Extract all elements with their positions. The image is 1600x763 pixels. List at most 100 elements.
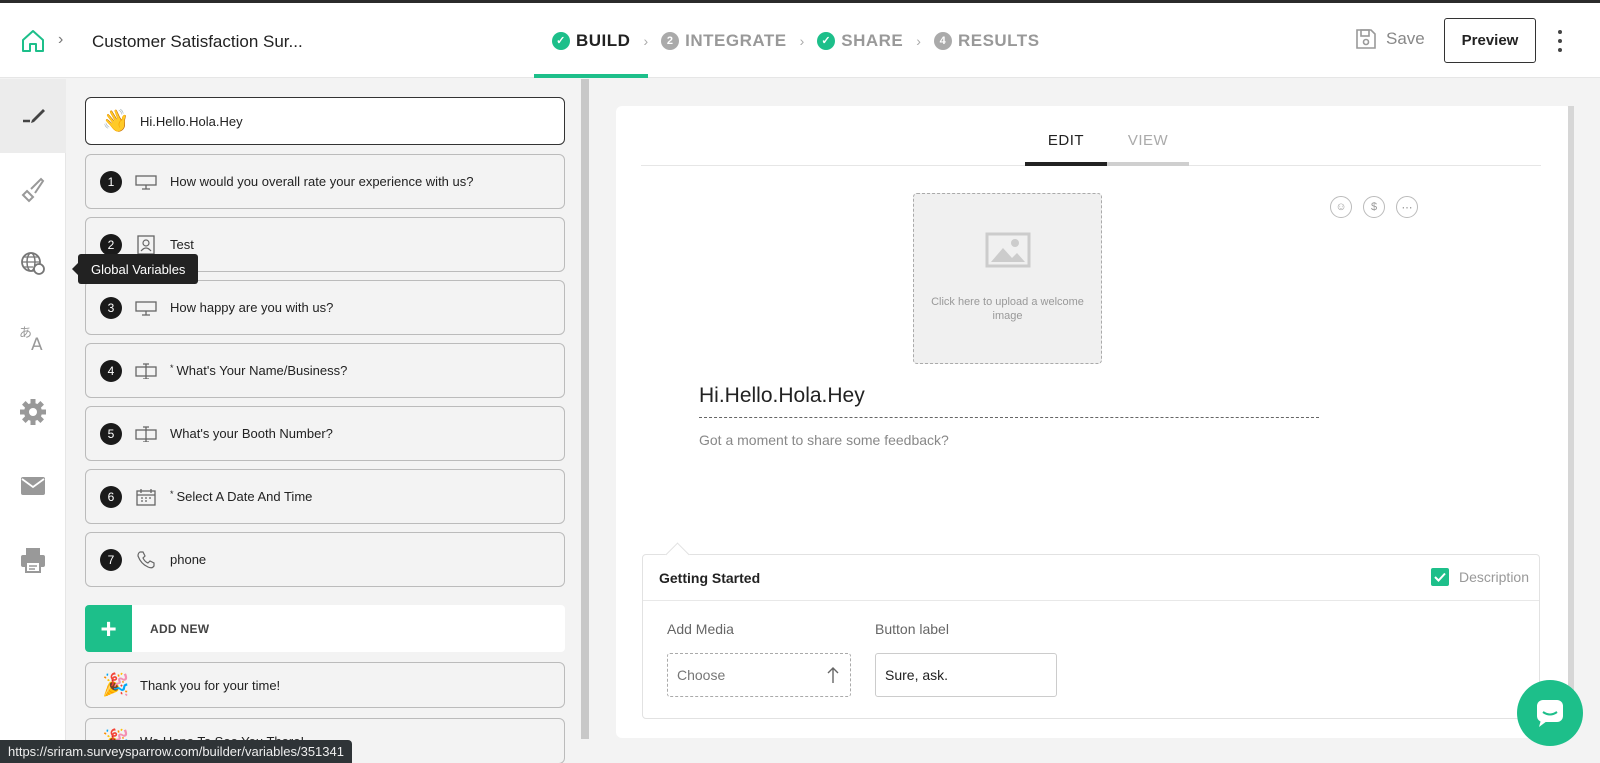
- question-number: 5: [100, 422, 122, 445]
- left-rail: あA: [0, 79, 66, 763]
- welcome-subtitle-input[interactable]: Got a moment to share some feedback?: [699, 432, 949, 448]
- upload-hint: Click here to upload a welcome image: [931, 296, 1084, 322]
- calendar-icon: [134, 486, 158, 508]
- welcome-screen-card[interactable]: 👋 Hi.Hello.Hola.Hey: [85, 97, 565, 145]
- media-choose-field[interactable]: Choose: [667, 653, 851, 697]
- chevron-right-icon: ›: [58, 31, 64, 48]
- editor-scrollbar[interactable]: [1568, 106, 1574, 726]
- question-list-panel: 👋 Hi.Hello.Hola.Hey 1 How would you over…: [67, 79, 581, 763]
- step-share[interactable]: ✓ SHARE: [817, 3, 903, 78]
- tab-view[interactable]: VIEW: [1107, 126, 1189, 166]
- step-results-label: RESULTS: [957, 30, 1040, 50]
- editor-tabs: EDIT VIEW: [641, 126, 1541, 166]
- required-asterisk: *: [170, 363, 174, 373]
- mail-icon: [21, 477, 45, 495]
- edit-icon: [23, 109, 45, 123]
- add-new-button[interactable]: + ADD NEW: [85, 605, 565, 652]
- rail-print[interactable]: [0, 523, 66, 597]
- question-number: 6: [100, 485, 122, 508]
- question-number: 1: [100, 170, 122, 193]
- plus-icon: +: [85, 605, 132, 652]
- question-card-5[interactable]: 5 What's your Booth Number?: [85, 406, 565, 461]
- top-header: › Customer Satisfaction Sur... ✓ BUILD ›…: [0, 3, 1600, 78]
- rating-icon: [134, 297, 158, 319]
- rail-edit[interactable]: [0, 79, 66, 153]
- step-build[interactable]: ✓ BUILD: [533, 3, 650, 78]
- panel-header: Getting Started Description: [643, 555, 1539, 601]
- thank-you-card-1[interactable]: 🎉 Thank you for your time!: [85, 662, 565, 708]
- contact-card-icon: [134, 234, 158, 256]
- question-text: Test: [170, 237, 194, 252]
- party-popper-icon: 🎉: [102, 672, 130, 697]
- required-asterisk: *: [170, 489, 174, 499]
- text-input-icon: [134, 360, 158, 382]
- preview-button[interactable]: Preview: [1444, 18, 1536, 63]
- getting-started-panel: Getting Started Description Add Media Ch…: [642, 554, 1540, 719]
- chat-widget-button[interactable]: [1517, 680, 1583, 746]
- more-options-icon[interactable]: [1556, 30, 1564, 52]
- add-new-label: ADD NEW: [150, 621, 210, 636]
- welcome-card-text: Hi.Hello.Hola.Hey: [140, 113, 243, 129]
- question-text: phone: [170, 552, 207, 567]
- checkbox-checked-icon[interactable]: [1430, 568, 1449, 586]
- button-label-input[interactable]: Sure, ask.: [875, 653, 1057, 697]
- chevron-right-icon: ›: [643, 32, 649, 49]
- question-card-7[interactable]: 7 phone: [85, 532, 565, 587]
- rail-email[interactable]: [0, 449, 66, 523]
- rail-global-variables[interactable]: [0, 227, 66, 301]
- image-placeholder-icon: [985, 232, 1030, 268]
- thank-you-text: Thank you for your time!: [140, 677, 281, 693]
- save-button[interactable]: Save: [1354, 27, 1425, 51]
- question-text-wrap: * Select A Date And Time: [170, 489, 312, 504]
- question-text-wrap: * What's Your Name/Business?: [170, 363, 347, 378]
- globe-variables-icon: [21, 252, 45, 275]
- welcome-title-input[interactable]: Hi.Hello.Hola.Hey: [699, 384, 1319, 418]
- question-text: What's Your Name/Business?: [176, 363, 348, 378]
- question-number: 2: [100, 233, 122, 256]
- tab-edit[interactable]: EDIT: [1025, 126, 1107, 166]
- question-card-4[interactable]: 4 * What's Your Name/Business?: [85, 343, 565, 398]
- description-label: Description: [1458, 569, 1529, 585]
- chevron-right-icon: ›: [799, 32, 805, 49]
- print-icon: [21, 548, 45, 573]
- step-integrate-label: INTEGRATE: [685, 30, 787, 50]
- rail-translate[interactable]: あA: [0, 301, 66, 375]
- editor-canvas: EDIT VIEW Click here to upload a welcome…: [616, 106, 1572, 738]
- panel-title: Getting Started: [659, 569, 761, 586]
- description-toggle[interactable]: Description: [1430, 568, 1529, 586]
- question-number: 7: [100, 548, 122, 571]
- step-results[interactable]: 4 RESULTS: [933, 3, 1040, 78]
- text-input-icon: [134, 423, 158, 445]
- status-url-bar: https://sriram.surveysparrow.com/builder…: [0, 740, 352, 763]
- question-list-scrollbar[interactable]: [581, 79, 589, 739]
- step-number-badge: 4: [933, 31, 952, 50]
- step-nav: ✓ BUILD › 2 INTEGRATE › ✓ SHARE › 4 RESU…: [533, 3, 1040, 78]
- title-tools: ☺ $ ⋯: [1330, 196, 1418, 218]
- phone-icon: [134, 549, 158, 571]
- survey-title[interactable]: Customer Satisfaction Sur...: [92, 32, 303, 52]
- more-icon[interactable]: ⋯: [1396, 196, 1418, 218]
- add-media-label: Add Media: [667, 621, 734, 637]
- question-text: How would you overall rate your experien…: [170, 174, 474, 189]
- step-integrate[interactable]: 2 INTEGRATE: [661, 3, 786, 78]
- save-label: Save: [1386, 29, 1425, 48]
- dollar-icon[interactable]: $: [1363, 196, 1385, 218]
- question-card-1[interactable]: 1 How would you overall rate your experi…: [85, 154, 565, 209]
- smiley-icon[interactable]: ☺: [1330, 196, 1352, 218]
- step-number-badge: 2: [661, 31, 680, 50]
- waving-hand-icon: 👋: [102, 108, 130, 133]
- paint-brush-icon: [21, 177, 45, 203]
- chat-icon: [1537, 700, 1563, 727]
- welcome-image-upload[interactable]: Click here to upload a welcome image: [913, 193, 1102, 364]
- rail-design[interactable]: [0, 153, 66, 227]
- question-text: Select A Date And Time: [176, 489, 313, 504]
- chevron-right-icon: ›: [916, 32, 921, 49]
- rail-settings[interactable]: [0, 375, 66, 449]
- question-number: 3: [100, 296, 122, 319]
- check-icon: ✓: [552, 31, 570, 50]
- global-variables-tooltip: Global Variables: [71, 254, 199, 284]
- home-icon[interactable]: [20, 28, 46, 54]
- arrow-up-icon: [827, 667, 839, 683]
- question-card-6[interactable]: 6 * Select A Date And Time: [85, 469, 565, 524]
- question-card-3[interactable]: 3 How happy are you with us?: [85, 280, 565, 335]
